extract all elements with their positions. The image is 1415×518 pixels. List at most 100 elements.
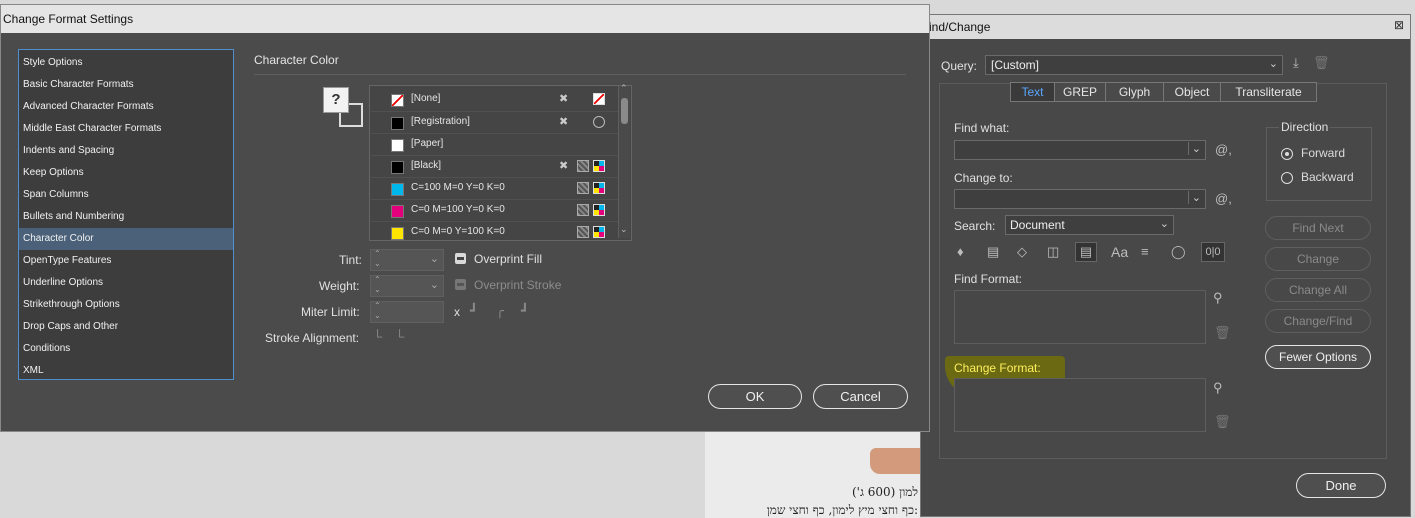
cancel-button[interactable]: Cancel [813, 384, 908, 409]
round-join-icon[interactable]: ╭ [496, 303, 504, 319]
tint-label: Tint: [339, 253, 362, 267]
tint-field[interactable]: ⌃ ⌄ ⌄ [370, 249, 444, 271]
swatch-scrollbar[interactable]: ⌃ ⌄ [618, 83, 630, 238]
swatch-row[interactable]: [Black] ✖ [371, 155, 619, 178]
overprint-fill-label[interactable]: Overprint Fill [474, 252, 542, 266]
category-item-selected[interactable]: Character Color [19, 228, 233, 250]
tab-grep[interactable]: GREP [1055, 83, 1106, 101]
whole-word-icon[interactable]: ≡ [1141, 244, 1149, 259]
stepper-icon[interactable]: ⌃ ⌄ [374, 301, 381, 321]
close-icon[interactable]: ⊠ [1394, 18, 1404, 32]
find-next-button[interactable]: Find Next [1265, 216, 1371, 240]
category-item[interactable]: OpenType Features [19, 250, 233, 272]
stepper-icon[interactable]: ⌃ ⌄ [374, 275, 381, 295]
include-locked-layers-icon[interactable]: ♦ [957, 244, 964, 259]
overprint-stroke-label[interactable]: Overprint Stroke [474, 278, 561, 292]
swatch-color-chip [391, 227, 404, 240]
doc-image-swatch [870, 448, 920, 474]
stepper-icon[interactable]: ⌃ ⌄ [374, 249, 381, 269]
specify-change-format-icon[interactable]: ⚲ [1213, 380, 1223, 396]
cmyk-icon [593, 160, 605, 172]
find-format-box[interactable] [954, 290, 1206, 344]
category-item[interactable]: Underline Options [19, 272, 233, 294]
case-sensitive-icon[interactable]: Aa [1111, 244, 1128, 260]
fewer-options-button[interactable]: Fewer Options [1265, 345, 1371, 369]
category-item[interactable]: XML [19, 360, 233, 382]
chevron-up-icon[interactable]: ⌃ [620, 83, 628, 94]
miter-x-label: x [454, 305, 460, 319]
category-item[interactable]: Indents and Spacing [19, 140, 233, 162]
category-item[interactable]: Strikethrough Options [19, 294, 233, 316]
bevel-join-icon[interactable]: ┛ [521, 303, 529, 319]
radio-forward[interactable] [1281, 148, 1293, 160]
tab-glyph[interactable]: Glyph [1106, 83, 1164, 101]
clear-find-format-icon[interactable]: 🗑 [1214, 325, 1231, 341]
search-scope-dropdown[interactable]: Document ⌄ [1005, 215, 1174, 235]
ok-button[interactable]: OK [708, 384, 802, 409]
category-item[interactable]: Middle East Character Formats [19, 118, 233, 140]
change-button[interactable]: Change [1265, 247, 1371, 271]
swatch-color-chip [391, 183, 404, 196]
swatch-name: [Registration] [411, 116, 470, 127]
query-value: [Custom] [991, 58, 1040, 72]
tab-transliterate[interactable]: Transliterate [1221, 83, 1316, 101]
change-format-label: Change Format: [954, 361, 1041, 375]
include-hidden-layers-icon[interactable]: ◇ [1017, 244, 1027, 260]
miter-join-icon[interactable]: ┛ [470, 303, 478, 319]
scrollbar-thumb[interactable] [621, 98, 628, 124]
category-item[interactable]: Keep Options [19, 162, 233, 184]
category-item[interactable]: Advanced Character Formats [19, 96, 233, 118]
category-item[interactable]: Style Options [19, 52, 233, 74]
category-item[interactable]: Conditions [19, 338, 233, 360]
align-inside-icon[interactable]: └ [395, 329, 404, 344]
change-to-field[interactable]: ⌄ [954, 189, 1206, 209]
chevron-down-icon[interactable]: ⌄ [430, 278, 439, 291]
swatch-row[interactable]: C=100 M=0 Y=0 K=0 [371, 177, 619, 200]
change-find-button[interactable]: Change/Find [1265, 309, 1371, 333]
trash-icon[interactable]: 🗑 [1313, 55, 1330, 71]
checkbox-mark [457, 283, 464, 286]
query-dropdown[interactable]: [Custom] ⌄ [985, 55, 1283, 75]
special-chars-icon[interactable]: @, [1215, 142, 1232, 157]
chevron-down-icon[interactable]: ⌄ [620, 224, 628, 235]
miter-limit-field[interactable]: ⌃ ⌄ [370, 301, 444, 323]
category-item[interactable]: Span Columns [19, 184, 233, 206]
swatch-row[interactable]: C=0 M=100 Y=0 K=0 [371, 199, 619, 222]
done-button[interactable]: Done [1296, 473, 1386, 498]
process-color-icon [577, 226, 589, 238]
find-what-field[interactable]: ⌄ [954, 140, 1206, 160]
save-query-icon[interactable]: ⤓ [1293, 55, 1299, 71]
forward-label[interactable]: Forward [1301, 146, 1345, 160]
swatch-row[interactable]: [None] ✖ [371, 89, 619, 111]
swatch-row[interactable]: [Registration] ✖ [371, 111, 619, 134]
special-chars-icon[interactable]: @, [1215, 191, 1232, 206]
swatch-row[interactable]: [Paper] [371, 133, 619, 156]
swatch-row[interactable]: C=0 M=0 Y=100 K=0 [371, 221, 619, 244]
backward-label[interactable]: Backward [1301, 170, 1354, 184]
stroke-alignment-label: Stroke Alignment: [265, 331, 360, 345]
kana-sensitive-icon[interactable]: ◯ [1171, 244, 1186, 260]
change-format-box[interactable] [954, 378, 1206, 432]
tab-object[interactable]: Object [1164, 83, 1221, 101]
chevron-down-icon: ⌄ [1187, 191, 1201, 204]
chevron-down-icon[interactable]: ⌄ [430, 252, 439, 265]
category-item[interactable]: Basic Character Formats [19, 74, 233, 96]
category-item[interactable]: Drop Caps and Other [19, 316, 233, 338]
radio-backward[interactable] [1281, 172, 1293, 184]
overprint-fill-checkbox[interactable] [455, 253, 466, 264]
fill-stroke-proxy[interactable]: ? [323, 87, 363, 127]
full-half-width-icon[interactable]: 0|0 [1201, 242, 1225, 262]
include-footnotes-icon[interactable]: ▤ [1075, 242, 1097, 262]
include-locked-stories-icon[interactable]: ▤ [987, 244, 999, 260]
align-center-icon[interactable]: └ [373, 329, 382, 344]
change-all-button[interactable]: Change All [1265, 278, 1371, 302]
specify-find-format-icon[interactable]: ⚲ [1213, 290, 1223, 306]
include-master-pages-icon[interactable]: ◫ [1047, 244, 1059, 260]
overprint-stroke-checkbox[interactable] [455, 279, 466, 290]
tab-text[interactable]: Text [1011, 83, 1055, 101]
clear-change-format-icon[interactable]: 🗑 [1214, 414, 1231, 430]
category-item[interactable]: Bullets and Numbering [19, 206, 233, 228]
search-options-toolbar: ♦ ▤ ◇ ◫ ▤ Aa ≡ ◯ 0|0 [957, 242, 1227, 262]
weight-field[interactable]: ⌃ ⌄ ⌄ [370, 275, 444, 297]
category-list-items: Style Options Basic Character Formats Adva… [18, 49, 233, 378]
